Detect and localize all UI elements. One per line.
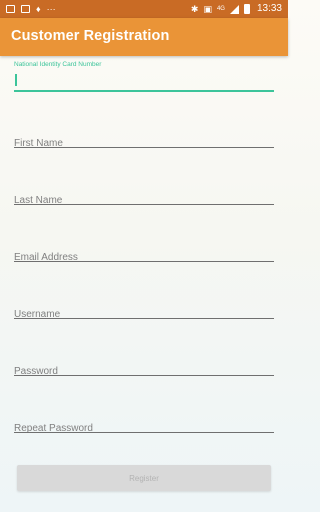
email-field[interactable]: Email Address (14, 247, 274, 263)
status-right-icons: ✱ ▣ 4G 13:33 (191, 3, 282, 15)
password-underline (14, 375, 274, 376)
status-bar: ♦ ··· ✱ ▣ 4G 13:33 (0, 0, 288, 18)
last-name-field[interactable]: Last Name (14, 190, 274, 206)
network-type-icon: 4G (216, 5, 225, 12)
text-cursor (15, 74, 17, 86)
mic-icon: ♦ (36, 4, 41, 14)
email-underline (14, 261, 274, 262)
national-id-underline (14, 90, 274, 92)
message-icon (6, 5, 15, 13)
bluetooth-icon: ✱ (190, 4, 199, 14)
signal-icon (229, 4, 239, 14)
register-button[interactable]: Register (17, 465, 271, 491)
password-field[interactable]: Password (14, 361, 274, 377)
gmail-icon (21, 5, 30, 13)
first-name-field[interactable]: First Name (14, 133, 274, 149)
vibrate-icon: ▣ (203, 4, 212, 14)
username-underline (14, 318, 274, 319)
status-left-icons: ♦ ··· (6, 3, 56, 15)
repeat-password-field[interactable]: Repeat Password (14, 418, 274, 434)
username-field[interactable]: Username (14, 304, 274, 320)
status-time: 13:33 (256, 3, 282, 14)
national-id-field[interactable]: National Identity Card Number (14, 61, 274, 93)
first-name-underline (14, 147, 274, 148)
more-icon: ··· (46, 4, 56, 14)
page-title: Customer Registration (11, 28, 170, 44)
national-id-label: National Identity Card Number (14, 61, 102, 68)
last-name-underline (14, 204, 274, 205)
battery-icon (243, 4, 250, 14)
app-bar: Customer Registration (0, 18, 288, 56)
repeat-password-underline (14, 432, 274, 433)
